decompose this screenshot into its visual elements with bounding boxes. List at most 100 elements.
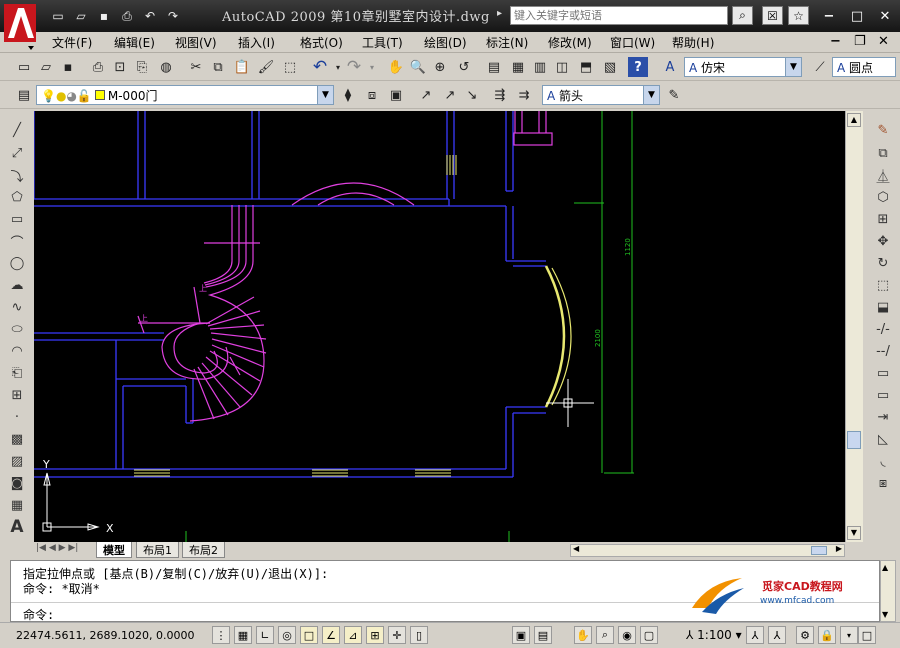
menu-dimension[interactable]: 标注(N) [486, 34, 528, 51]
scroll-left-arrow-icon[interactable]: ◀ [573, 544, 579, 553]
explode-icon[interactable]: ⧆ [872, 473, 894, 493]
multileader-style-select[interactable]: A 箭头 ▼ [542, 85, 660, 105]
dim-style-icon[interactable]: ⟋ [810, 57, 830, 77]
line-icon[interactable]: ╱ [6, 120, 28, 140]
redo-tool-icon[interactable]: ↷ [344, 57, 364, 77]
pan-status-icon[interactable]: ✋ [574, 626, 592, 644]
chamfer-icon[interactable]: ◺ [872, 429, 894, 449]
plot-icon[interactable]: ⎙ [88, 57, 108, 77]
autocad-logo-icon[interactable] [2, 2, 38, 52]
auto-scale-icon[interactable]: ⅄ [768, 626, 786, 644]
redo-dropdown-icon[interactable]: ▾ [362, 57, 382, 77]
menu-view[interactable]: 视图(V) [175, 34, 217, 51]
object-snap-tracking-icon[interactable]: ∠ [322, 626, 340, 644]
scale-icon[interactable]: ⬚ [872, 275, 894, 295]
chevron-down-icon[interactable]: ▼ [643, 86, 659, 104]
erase-icon[interactable]: ✎ [872, 120, 894, 140]
add-leader-icon[interactable]: ↗ [440, 85, 460, 105]
construction-line-icon[interactable]: ⤢ [6, 143, 28, 163]
scroll-right-arrow-icon[interactable]: ▶ [836, 544, 842, 553]
plot-preview-icon[interactable]: ⊡ [110, 57, 130, 77]
workspace-switching-icon[interactable]: ⚙ [796, 626, 814, 644]
annotation-visibility-icon[interactable]: ⅄ [746, 626, 764, 644]
multiline-text-icon[interactable]: A [6, 517, 28, 537]
menu-modify[interactable]: 修改(M) [548, 34, 592, 51]
tab-layout2[interactable]: 布局2 [182, 542, 225, 558]
scroll-down-arrow-icon[interactable]: ▼ [847, 526, 861, 540]
tab-navigation-arrows-icon[interactable]: |◀ ◀ ▶ ▶| [36, 543, 78, 553]
save-file-icon[interactable]: ▪ [58, 57, 78, 77]
properties-icon[interactable]: ▤ [484, 57, 504, 77]
help-icon[interactable]: ? [628, 57, 648, 77]
status-menu-icon[interactable]: ▾ [840, 626, 858, 644]
ortho-mode-icon[interactable]: ∟ [256, 626, 274, 644]
menu-file[interactable]: 文件(F) [52, 34, 92, 51]
array-icon[interactable]: ⊞ [872, 209, 894, 229]
chevron-down-icon[interactable]: ▼ [317, 86, 333, 104]
layer-properties-icon[interactable]: ▤ [14, 85, 34, 105]
menu-draw[interactable]: 绘图(D) [424, 34, 467, 51]
3d-dwf-icon[interactable]: ◍ [156, 57, 176, 77]
open-file-icon[interactable]: ▱ [36, 57, 56, 77]
remove-leader-icon[interactable]: ↘ [462, 85, 482, 105]
zoom-realtime-icon[interactable]: 🔍 [408, 57, 428, 77]
expand-arrow-icon[interactable]: ▸ [497, 8, 502, 19]
quickcalc-icon[interactable]: ▧ [600, 57, 620, 77]
copy-icon[interactable]: ⧉ [208, 57, 228, 77]
favorites-icon[interactable]: ☆ [788, 6, 809, 25]
grid-display-icon[interactable]: ▦ [234, 626, 252, 644]
menu-insert[interactable]: 插入(I) [238, 34, 275, 51]
arc-icon[interactable]: ⌒ [6, 231, 28, 251]
polar-tracking-icon[interactable]: ◎ [278, 626, 296, 644]
command-scrollbar[interactable]: ▲ ▼ [880, 560, 896, 622]
polygon-icon[interactable]: ⬠ [6, 187, 28, 207]
model-space-icon[interactable]: ▣ [512, 626, 530, 644]
scroll-up-arrow-icon[interactable]: ▲ [847, 113, 861, 127]
lineweight-icon[interactable]: ✛ [388, 626, 406, 644]
doc-close-button[interactable]: ✕ [878, 34, 889, 49]
cursor-coordinates[interactable]: 22474.5611, 2689.1020, 0.0000 [16, 629, 194, 642]
chevron-down-icon[interactable]: ▼ [785, 58, 801, 76]
snap-mode-icon[interactable]: ⋮ [212, 626, 230, 644]
undo-icon[interactable]: ↶ [140, 6, 160, 26]
redo-icon[interactable]: ↷ [163, 6, 183, 26]
search-input[interactable] [510, 6, 728, 25]
steeringwheel-icon[interactable]: ◉ [618, 626, 636, 644]
table-icon[interactable]: ▦ [6, 495, 28, 515]
tab-model[interactable]: 模型 [96, 542, 132, 558]
match-properties-icon[interactable]: 🖌 [256, 57, 276, 77]
revision-cloud-icon[interactable]: ☁ [6, 275, 28, 295]
layer-previous-icon[interactable]: ⧈ [362, 85, 382, 105]
scroll-up-arrow-icon[interactable]: ▲ [882, 563, 888, 572]
join-icon[interactable]: ⇥ [872, 407, 894, 427]
break-at-point-icon[interactable]: ▭ [872, 363, 894, 383]
move-icon[interactable]: ✥ [872, 231, 894, 251]
search-icon[interactable]: ⌕ [732, 6, 753, 25]
menu-format[interactable]: 格式(O) [300, 34, 343, 51]
close-button[interactable]: ✕ [874, 6, 896, 26]
doc-minimize-button[interactable]: − [830, 34, 841, 49]
toolbar-lock-icon[interactable]: 🔒 [818, 626, 836, 644]
offset-icon[interactable]: ⬡ [872, 187, 894, 207]
ellipse-arc-icon[interactable]: ◠ [6, 341, 28, 361]
horizontal-scrollbar[interactable]: ◀ ▶ [570, 544, 845, 557]
zoom-window-icon[interactable]: ⊕ [430, 57, 450, 77]
collect-leader-icon[interactable]: ⇉ [514, 85, 534, 105]
maximize-button[interactable]: □ [846, 6, 868, 26]
quick-view-layouts-icon[interactable]: ▤ [534, 626, 552, 644]
hscroll-thumb[interactable] [811, 546, 827, 555]
print-icon[interactable]: ⎙ [117, 6, 137, 26]
drawing-canvas[interactable]: 上 上 1120 2100 Y X [34, 111, 845, 542]
showmotion-icon[interactable]: ▢ [640, 626, 658, 644]
block-editor-icon[interactable]: ⬚ [280, 57, 300, 77]
sheet-set-icon[interactable]: ◫ [552, 57, 572, 77]
quick-properties-icon[interactable]: ▯ [410, 626, 428, 644]
scroll-thumb[interactable] [847, 431, 861, 449]
point-icon[interactable]: · [6, 407, 28, 427]
copy-object-icon[interactable]: ⧉ [872, 143, 894, 163]
annotation-scale[interactable]: ⅄ 1:100 ▾ [686, 628, 742, 642]
multileader-style-icon[interactable]: ✎ [664, 85, 684, 105]
minimize-button[interactable]: − [818, 6, 840, 26]
object-snap-icon[interactable]: □ [300, 626, 318, 644]
ellipse-icon[interactable]: ⬭ [6, 319, 28, 339]
